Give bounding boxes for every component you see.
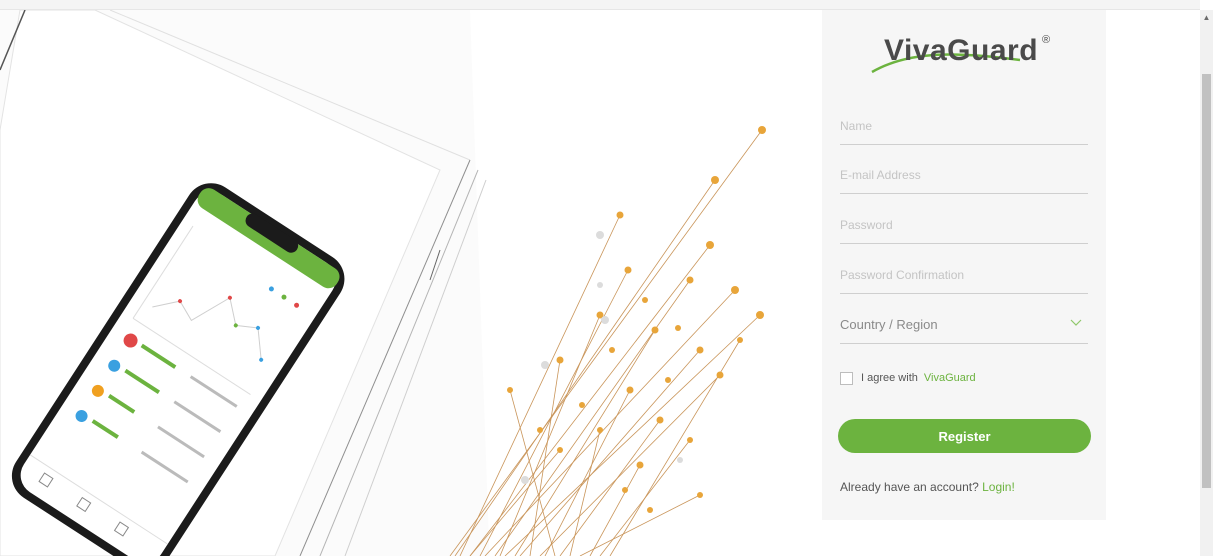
password-input[interactable]	[840, 207, 1088, 243]
agree-checkbox[interactable]	[840, 371, 853, 385]
vivaguard-logo: VivaGuard ®	[870, 32, 1060, 82]
password-confirm-field-wrapper	[840, 257, 1088, 294]
logo-text: VivaGuard	[884, 34, 1039, 67]
hero-image	[0, 10, 822, 556]
logo-registered-mark: ®	[1042, 34, 1051, 46]
scroll-up-arrow-icon[interactable]: ▲	[1200, 10, 1213, 24]
login-link[interactable]: Login!	[982, 480, 1015, 494]
email-field-wrapper	[840, 157, 1088, 194]
hero-illustration	[0, 10, 766, 556]
agree-terms-link[interactable]: VivaGuard	[924, 372, 976, 384]
name-field-wrapper	[840, 108, 1088, 145]
password-field-wrapper	[840, 207, 1088, 244]
country-region-select[interactable]: Country / Region	[840, 307, 1088, 344]
agree-row: I agree with VivaGuard	[840, 370, 976, 386]
name-input[interactable]	[840, 108, 1088, 144]
login-prompt: Already have an account? Login!	[840, 480, 1015, 494]
email-input[interactable]	[840, 157, 1088, 193]
register-button[interactable]: Register	[838, 419, 1091, 453]
password-confirmation-input[interactable]	[840, 257, 1088, 293]
scroll-thumb[interactable]	[1202, 74, 1211, 488]
chevron-down-icon	[1070, 319, 1082, 326]
browser-top-strip	[0, 0, 1200, 10]
already-account-text: Already have an account?	[840, 480, 979, 494]
page-scrollbar[interactable]: ▲	[1200, 10, 1213, 556]
agree-text: I agree with	[861, 372, 918, 384]
country-region-label: Country / Region	[840, 317, 938, 332]
register-panel: VivaGuard ® Country / Region I agree wit…	[822, 10, 1106, 520]
